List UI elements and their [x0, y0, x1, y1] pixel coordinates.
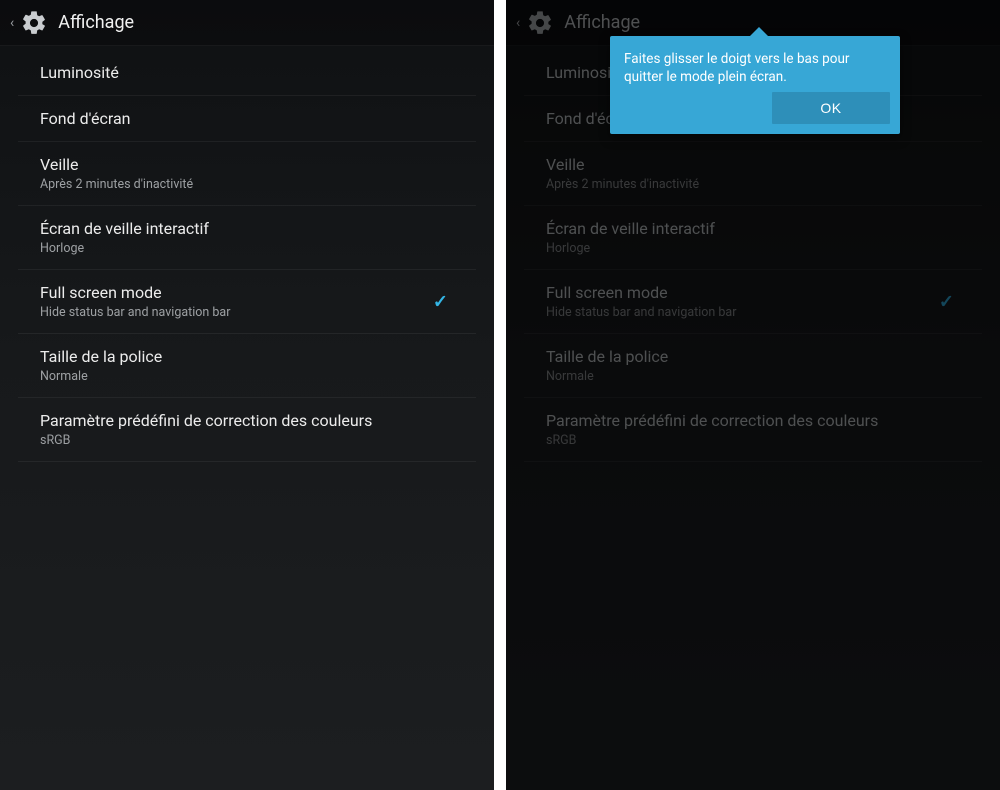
setting-title: Écran de veille interactif — [546, 219, 960, 238]
setting-subtitle: Hide status bar and navigation bar — [546, 305, 960, 320]
setting-title: Veille — [40, 155, 454, 174]
setting-subtitle: Normale — [546, 369, 960, 384]
setting-title: Paramètre prédéfini de correction des co… — [546, 411, 960, 430]
settings-gear-icon[interactable] — [20, 9, 48, 37]
immersive-hint-tooltip: Faites glisser le doigt vers le bas pour… — [610, 36, 900, 134]
setting-subtitle: Hide status bar and navigation bar — [40, 305, 454, 320]
setting-brightness[interactable]: Luminosité — [18, 50, 476, 96]
setting-font-size[interactable]: Taille de la police Normale — [524, 334, 982, 398]
action-bar: ‹ Affichage — [0, 0, 494, 46]
setting-subtitle: Après 2 minutes d'inactivité — [40, 177, 454, 192]
back-icon[interactable]: ‹ — [514, 11, 522, 35]
setting-title: Paramètre prédéfini de correction des co… — [40, 411, 454, 430]
tooltip-ok-button[interactable]: OK — [772, 92, 890, 124]
tooltip-message: Faites glisser le doigt vers le bas pour… — [624, 51, 849, 85]
phone-left: ‹ Affichage Luminosité Fond d'écran Veil… — [0, 0, 494, 790]
settings-list: Luminosité Fond d'écran Veille Après 2 m… — [0, 46, 494, 462]
setting-sleep[interactable]: Veille Après 2 minutes d'inactivité — [18, 142, 476, 206]
setting-fullscreen-mode[interactable]: Full screen mode Hide status bar and nav… — [18, 270, 476, 334]
setting-font-size[interactable]: Taille de la police Normale — [18, 334, 476, 398]
setting-title: Full screen mode — [546, 283, 960, 302]
setting-color-correction[interactable]: Paramètre prédéfini de correction des co… — [18, 398, 476, 462]
setting-title: Taille de la police — [40, 347, 454, 366]
setting-title: Fond d'écran — [40, 109, 454, 128]
page-title: Affichage — [58, 12, 134, 33]
screenshot-pair: ‹ Affichage Luminosité Fond d'écran Veil… — [0, 0, 1000, 790]
setting-subtitle: Horloge — [40, 241, 454, 256]
settings-gear-icon[interactable] — [526, 9, 554, 37]
setting-title: Veille — [546, 155, 960, 174]
setting-subtitle: Après 2 minutes d'inactivité — [546, 177, 960, 192]
setting-subtitle: Normale — [40, 369, 454, 384]
back-icon[interactable]: ‹ — [8, 11, 16, 35]
setting-daydream[interactable]: Écran de veille interactif Horloge — [18, 206, 476, 270]
phone-right: ‹ Affichage Luminosité Fond d'écran Veil… — [506, 0, 1000, 790]
checkmark-icon[interactable]: ✓ — [433, 291, 448, 312]
setting-title: Taille de la police — [546, 347, 960, 366]
setting-fullscreen-mode[interactable]: Full screen mode Hide status bar and nav… — [524, 270, 982, 334]
setting-title: Full screen mode — [40, 283, 454, 302]
setting-sleep[interactable]: Veille Après 2 minutes d'inactivité — [524, 142, 982, 206]
setting-title: Écran de veille interactif — [40, 219, 454, 238]
setting-subtitle: Horloge — [546, 241, 960, 256]
page-title: Affichage — [564, 12, 640, 33]
setting-title: Luminosité — [40, 63, 454, 82]
setting-wallpaper[interactable]: Fond d'écran — [18, 96, 476, 142]
setting-subtitle: sRGB — [40, 433, 454, 448]
setting-daydream[interactable]: Écran de veille interactif Horloge — [524, 206, 982, 270]
checkmark-icon[interactable]: ✓ — [939, 291, 954, 312]
setting-subtitle: sRGB — [546, 433, 960, 448]
setting-color-correction[interactable]: Paramètre prédéfini de correction des co… — [524, 398, 982, 462]
